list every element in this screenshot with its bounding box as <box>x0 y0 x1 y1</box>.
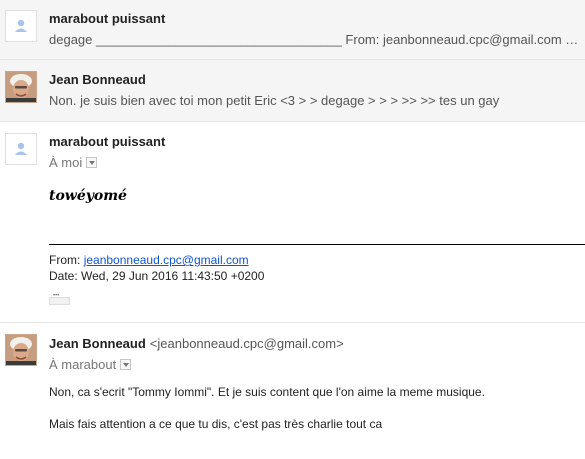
signature-divider <box>49 244 585 245</box>
message-expanded: Jean Bonneaud <jeanbonneaud.cpc@gmail.com… <box>0 323 585 459</box>
message-collapsed[interactable]: marabout puissant degage _______________… <box>0 0 585 60</box>
message-snippet: degage _________________________________… <box>49 32 581 47</box>
recipient-details-dropdown-icon[interactable] <box>86 157 98 168</box>
profile-photo-avatar <box>5 334 37 366</box>
message-collapsed[interactable]: Jean Bonneaud Non. je suis bien avec toi… <box>0 60 585 122</box>
sender-name: Jean Bonneaud <box>49 336 146 351</box>
sender-name: Jean Bonneaud <box>49 72 146 87</box>
recipient-line: À moi <box>49 155 98 170</box>
message-snippet: Non. je suis bien avec toi mon petit Eri… <box>49 93 500 108</box>
message-body-paragraph: Mais fais attention a ce que tu dis, c'e… <box>49 417 383 431</box>
quoted-from-email-link[interactable]: jeanbonneaud.cpc@gmail.com <box>84 253 249 267</box>
sender-line: Jean Bonneaud <jeanbonneaud.cpc@gmail.com… <box>49 336 344 351</box>
sender-email: <jeanbonneaud.cpc@gmail.com> <box>149 336 344 351</box>
quoted-date-line: Date: Wed, 29 Jun 2016 11:43:50 +0200 <box>49 269 265 283</box>
quoted-from-line: From: jeanbonneaud.cpc@gmail.com <box>49 253 249 267</box>
quoted-from-label: From: <box>49 253 81 267</box>
recipient-line: À marabout <box>49 357 132 372</box>
default-avatar-icon <box>5 10 37 42</box>
show-trimmed-content-button[interactable] <box>49 293 70 305</box>
message-body-paragraph: Non, ca s'ecrit "Tommy Iommi". Et je sui… <box>49 385 485 399</box>
recipient-label: À moi <box>49 155 83 170</box>
recipient-details-dropdown-icon[interactable] <box>120 359 132 370</box>
sender-name: marabout puissant <box>49 11 166 26</box>
default-avatar-icon <box>5 133 37 165</box>
message-body-text: towéyomé <box>49 188 127 204</box>
recipient-label: À marabout <box>49 357 117 372</box>
message-expanded: marabout puissant À moi towéyomé From: j… <box>0 122 585 323</box>
sender-name: marabout puissant <box>49 134 166 149</box>
profile-photo-avatar <box>5 71 37 103</box>
